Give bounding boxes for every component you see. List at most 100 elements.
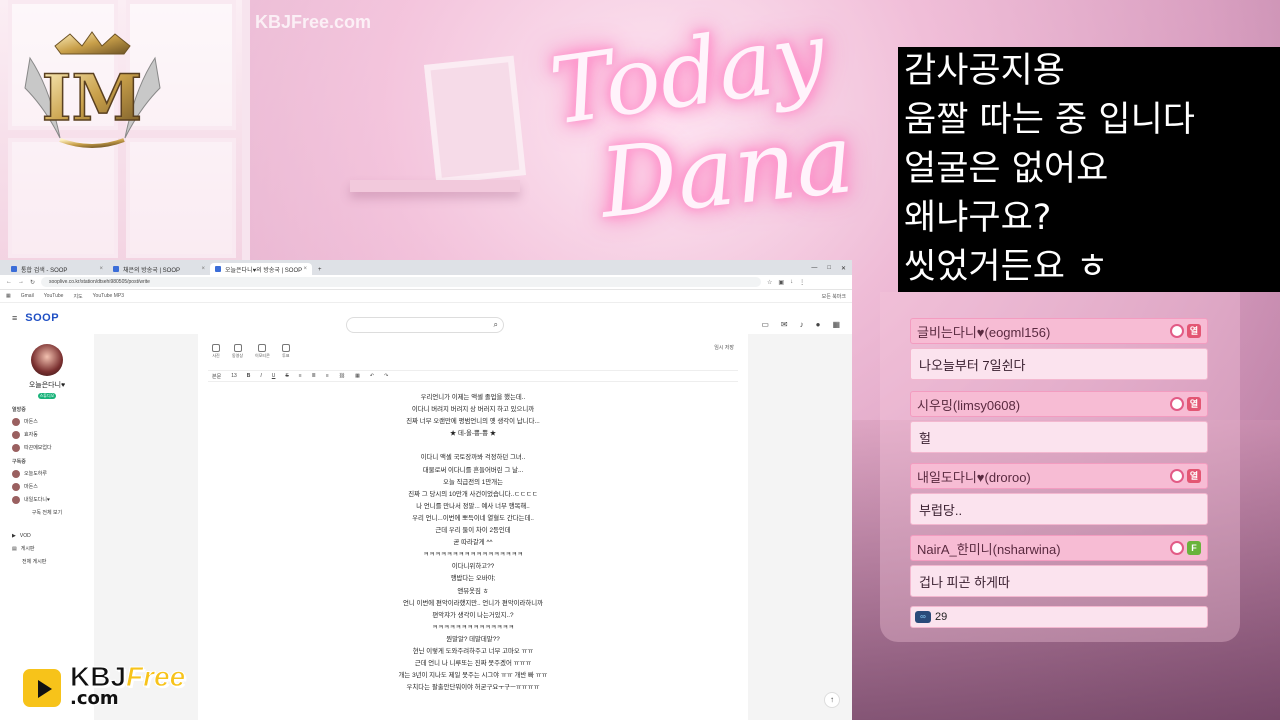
tab-label: 오늘은다니♥의 방송국 | SOOP <box>225 267 303 274</box>
im-logo: IM <box>24 31 161 148</box>
bookmark-item[interactable]: Gmail <box>21 293 34 299</box>
browser-tab[interactable]: 통합 검색 - SOOP × <box>6 263 108 275</box>
studio-badge: 스튜디오 <box>38 393 56 399</box>
reload-icon[interactable]: ↻ <box>30 279 35 286</box>
align-center-icon[interactable]: ≣ <box>312 373 316 379</box>
photo-icon <box>212 344 220 352</box>
redo-icon[interactable]: ↷ <box>384 373 388 379</box>
browser-tab-active[interactable]: 오늘은다니♥의 방송국 | SOOP × <box>210 263 312 275</box>
undo-icon[interactable]: ↶ <box>370 373 374 379</box>
header-icons: ▭ ✉ ♪ ● ▦ <box>761 320 840 329</box>
hamburger-icon[interactable]: ≡ <box>12 313 17 323</box>
bell-icon[interactable]: ♪ <box>800 320 804 329</box>
align-left-icon[interactable]: ≡ <box>299 373 302 379</box>
close-window-icon[interactable]: ✕ <box>841 265 846 272</box>
new-tab-icon[interactable]: + <box>312 267 328 275</box>
download-icon[interactable]: ↓ <box>790 279 793 285</box>
post-body-line: 이다니 액셀 국토장까봐 걱정하던 그녀.. <box>420 454 526 462</box>
tool-label: 투표 <box>282 353 290 358</box>
editor-margin-right <box>748 334 852 720</box>
notice-overlay: 감사공지용 움짤 따는 중 입니다 얼굴은 없어요 왜냐구요? 씻었거든요 ㅎ <box>898 47 1280 292</box>
post-body-line: ㅋㅋㅋㅋㅋㅋㅋㅋㅋㅋㅋㅋㅋㅋㅋㅋㅋ <box>423 551 523 559</box>
forward-icon[interactable]: → <box>18 279 24 285</box>
bookmark-item[interactable]: YouTube <box>44 293 64 299</box>
post-body-line: 행밥다는 오바야; <box>450 575 496 583</box>
insert-video-button[interactable]: 동영상 <box>232 344 243 359</box>
maximize-icon[interactable]: □ <box>827 265 831 272</box>
url-field[interactable]: sooplive.co.kr/station/dtsehi980505/post… <box>41 277 762 287</box>
avatar <box>12 443 20 452</box>
font-size-select[interactable]: 13 <box>231 373 237 379</box>
insert-photo-button[interactable]: 사진 <box>212 344 220 359</box>
sidebar-item[interactable]: 오늘도하루 <box>0 467 94 480</box>
profile-name[interactable]: 오늘은다니♥ <box>0 380 94 390</box>
profile-avatar[interactable] <box>31 344 63 376</box>
apps-icon[interactable]: ▦ <box>6 293 11 299</box>
tab-label: 채은의 방송국 | SOOP <box>123 267 181 274</box>
chat-nickname[interactable]: 내일도다니♥(droroo) <box>917 467 1167 486</box>
link-icon[interactable]: ⛓ <box>339 373 345 379</box>
bookmark-item[interactable]: 지도 <box>73 293 82 300</box>
back-icon[interactable]: ← <box>6 279 12 285</box>
fan-badge-icon: F <box>1187 541 1201 555</box>
search-input[interactable]: ⌕ <box>346 317 504 333</box>
strike-button[interactable]: S <box>285 373 288 379</box>
post-body-text[interactable]: 우리언니가 이제는 액셀 졸업을 했는데.. 이다니 버려지 버려지 상 버러지 … <box>198 392 748 694</box>
scroll-top-button[interactable]: ↑ <box>824 692 840 708</box>
post-body-line: 근데 언니 나 니루또는 진짜 못주겠어 ㅠㅠㅠ <box>414 660 532 668</box>
bookmark-folder[interactable]: 모든 북마크 <box>822 293 846 300</box>
broadcast-icon[interactable]: ▭ <box>761 320 769 329</box>
insert-emoticon-button[interactable]: 이모티콘 <box>255 344 270 359</box>
align-right-icon[interactable]: ≡ <box>326 373 329 379</box>
sidebar-item[interactable]: 내일도다니♥ <box>0 493 94 506</box>
kbj-logo-text: KBJFree .com <box>69 662 185 710</box>
bookmark-item[interactable]: YouTube MP3 <box>93 293 124 299</box>
browser-tab[interactable]: 채은의 방송국 | SOOP × <box>108 263 210 275</box>
table-icon[interactable]: ▦ <box>355 373 360 379</box>
emoticon-icon <box>258 344 267 352</box>
post-body-line: 근데 우리 둘이 차이 2등인데 <box>435 527 511 535</box>
sidebar-item[interactable]: 마돈스 <box>0 415 94 428</box>
sidebar-more-button[interactable]: 구독 전체 보기 <box>0 506 94 519</box>
soop-logo[interactable]: SOOP <box>25 312 59 324</box>
kbj-watermark: KBJFree .com <box>20 660 210 716</box>
chat-nickname[interactable]: NairA_한미니(nsharwina) <box>917 539 1167 558</box>
post-body-line: 진짜 너무 오랜만에 평범언니의 옛 생각이 납니다... <box>406 418 540 426</box>
sidebar-item-board-all[interactable]: 전체 게시판 <box>0 555 94 568</box>
grid-icon[interactable]: ▦ <box>832 320 840 329</box>
post-body-line: ★ 데-올-뿅-뿅 ★ <box>449 430 497 438</box>
post-body-line: 이다니위하고?? <box>451 563 495 571</box>
temp-save-button[interactable]: 임시 저장 <box>714 344 734 359</box>
close-icon[interactable]: × <box>99 266 103 272</box>
avatar[interactable]: ● <box>816 320 821 329</box>
heart-badge-icon <box>1170 469 1184 483</box>
bold-button[interactable]: B <box>247 373 251 379</box>
paragraph-style-select[interactable]: 본문 <box>212 373 221 380</box>
chat-message: NairA_한미니(nsharwina) F 겁나 피곤 하게따 <box>910 535 1208 597</box>
background-shelf <box>350 180 520 192</box>
sidebar-item[interactable]: 마돈스 <box>0 480 94 493</box>
post-body-line: 진짜 그 당시의 10만개 사건이었습니다..ㄷㄷㄷㄷ <box>408 490 538 498</box>
extensions-icon[interactable]: ▣ <box>778 279 784 286</box>
underline-button[interactable]: U <box>272 373 276 379</box>
post-body-line <box>198 440 748 452</box>
sidebar-item[interactable]: 효자동 <box>0 428 94 441</box>
heart-badge-icon <box>1170 541 1184 555</box>
sidebar-item-vod[interactable]: ▶ VOD <box>0 529 94 542</box>
sidebar-item-board[interactable]: ▤ 게시판 <box>0 542 94 555</box>
post-body-line: 우리언니가 이제는 액셀 졸업을 했는데.. <box>420 394 526 401</box>
chat-nickname[interactable]: 시우밍(limsy0608) <box>917 395 1167 414</box>
sidebar-item[interactable]: 따끈메모업다 <box>0 441 94 454</box>
star-icon[interactable]: ☆ <box>767 279 772 286</box>
message-icon[interactable]: ✉ <box>781 320 788 329</box>
avatar <box>12 495 20 504</box>
italic-button[interactable]: I <box>260 373 261 379</box>
menu-icon[interactable]: ⋮ <box>799 279 805 286</box>
insert-poll-button[interactable]: 투표 <box>281 344 290 359</box>
minimize-icon[interactable]: — <box>811 265 817 272</box>
close-icon[interactable]: × <box>303 266 307 272</box>
viewer-count: ∞ 29 <box>910 606 1208 628</box>
search-icon[interactable]: ⌕ <box>494 320 498 330</box>
close-icon[interactable]: × <box>201 266 205 272</box>
chat-nickname[interactable]: 글비는다니♥(eogml156) <box>917 322 1167 341</box>
